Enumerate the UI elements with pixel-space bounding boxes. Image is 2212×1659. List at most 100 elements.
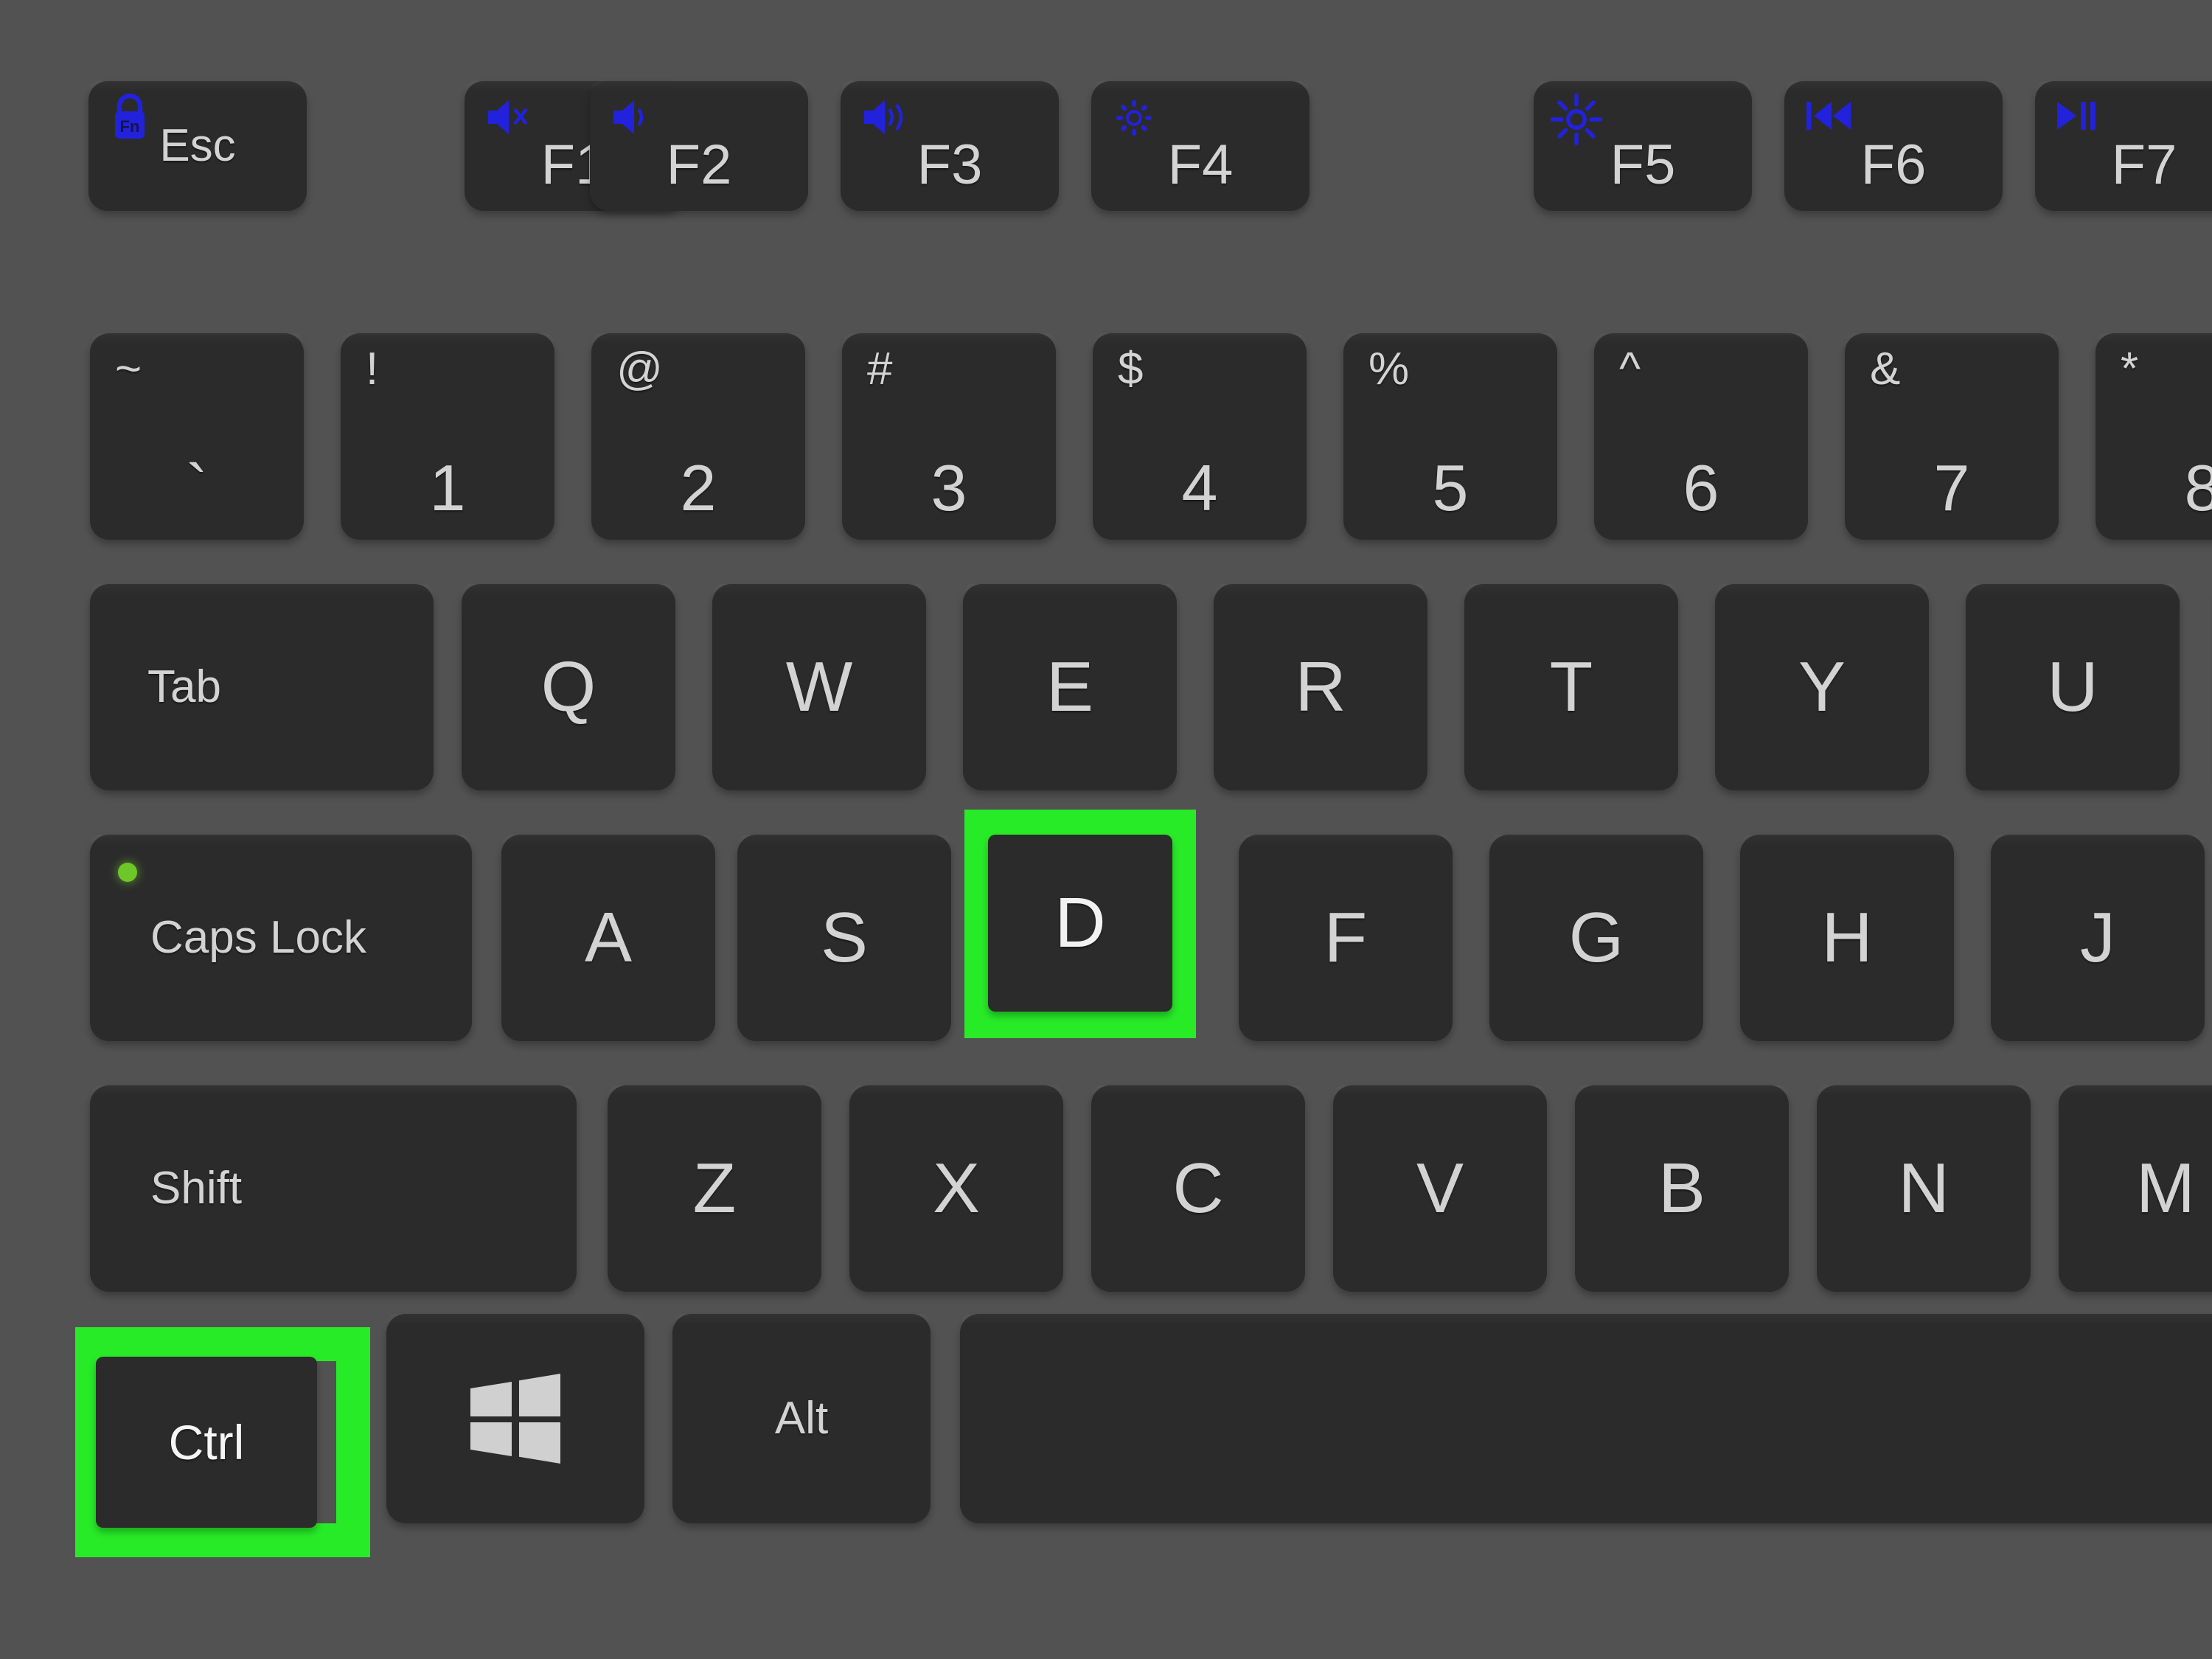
keycap-sheen — [712, 584, 926, 594]
key-q-label: Q — [540, 647, 597, 726]
key-3-shift-label: # — [867, 344, 893, 394]
keycap-sheen — [1740, 835, 1954, 845]
key-5-shift-label: % — [1368, 344, 1410, 394]
key-f[interactable]: F — [1239, 835, 1453, 1041]
key-esc[interactable]: Fn Esc — [88, 81, 307, 211]
keycap-sheen — [1991, 835, 2205, 845]
key-t[interactable]: T — [1464, 584, 1678, 790]
key-4[interactable]: $ 4 — [1093, 333, 1307, 540]
key-f7-label: F7 — [2111, 133, 2177, 196]
key-7[interactable]: & 7 — [1845, 333, 2059, 540]
keycap-sheen — [386, 1314, 644, 1324]
keycap-sheen — [1239, 835, 1453, 845]
key-caps-lock[interactable]: Caps Lock — [90, 835, 472, 1041]
keycap-sheen — [1817, 1085, 2031, 1096]
key-1[interactable]: ! 1 — [341, 333, 554, 540]
key-f5[interactable]: F5 — [1534, 81, 1752, 211]
key-w-label: W — [785, 647, 853, 726]
key-f-label: F — [1324, 898, 1368, 977]
key-alt[interactable]: Alt — [672, 1314, 931, 1523]
key-4-shift-label: $ — [1118, 344, 1144, 394]
key-2[interactable]: @ 2 — [591, 333, 805, 540]
key-m[interactable]: M — [2059, 1085, 2212, 1292]
key-2-shift-label: @ — [616, 344, 663, 394]
key-x[interactable]: X — [849, 1085, 1063, 1292]
keycap-sheen — [1575, 1085, 1789, 1096]
key-f6[interactable]: F6 — [1784, 81, 2003, 211]
key-f6-label: F6 — [1860, 133, 1927, 196]
key-c-label: C — [1172, 1149, 1224, 1228]
keycap-sheen — [1845, 333, 2059, 344]
key-n[interactable]: N — [1817, 1085, 2031, 1292]
brightness-down-icon — [1113, 97, 1155, 139]
keycap-sheen — [842, 333, 1056, 344]
keycap-sheen — [590, 81, 808, 91]
key-windows[interactable] — [386, 1314, 644, 1523]
keycap-sheen — [1343, 333, 1557, 344]
key-a-label: A — [584, 898, 633, 977]
key-8[interactable]: * 8 — [2096, 333, 2212, 540]
keycap-sheen — [608, 1085, 821, 1096]
key-f4-label: F4 — [1167, 133, 1234, 196]
key-z-label: Z — [692, 1149, 737, 1228]
key-1-label: 1 — [429, 451, 466, 524]
key-q[interactable]: Q — [462, 584, 675, 790]
key-c[interactable]: C — [1091, 1085, 1305, 1292]
keycap-sheen — [462, 584, 675, 594]
key-3[interactable]: # 3 — [842, 333, 1056, 540]
key-h[interactable]: H — [1740, 835, 1954, 1041]
key-5[interactable]: % 5 — [1343, 333, 1557, 540]
key-shift[interactable]: Shift — [90, 1085, 577, 1292]
key-backtick[interactable]: ~ ` — [90, 333, 304, 540]
key-b-label: B — [1658, 1149, 1706, 1228]
key-d[interactable]: D — [988, 835, 1172, 1012]
key-tab[interactable]: Tab — [90, 584, 434, 790]
key-u[interactable]: U — [1966, 584, 2180, 790]
key-tab-label: Tab — [147, 661, 221, 712]
keycap-sheen — [849, 1085, 1063, 1096]
previous-track-icon — [1804, 97, 1855, 134]
key-w[interactable]: W — [712, 584, 926, 790]
key-f5-label: F5 — [1610, 133, 1676, 196]
keycap-sheen — [1489, 835, 1703, 845]
key-ctrl[interactable]: Ctrl — [96, 1357, 317, 1528]
key-b[interactable]: B — [1575, 1085, 1789, 1292]
key-r[interactable]: R — [1214, 584, 1427, 790]
key-v-label: V — [1416, 1149, 1464, 1228]
key-j[interactable]: J — [1991, 835, 2205, 1041]
key-7-label: 7 — [1933, 451, 1970, 524]
key-z[interactable]: Z — [608, 1085, 821, 1292]
key-e[interactable]: E — [963, 584, 1177, 790]
key-y[interactable]: Y — [1715, 584, 1929, 790]
key-6[interactable]: ^ 6 — [1594, 333, 1808, 540]
windows-logo-icon — [467, 1372, 563, 1465]
key-2-label: 2 — [680, 451, 717, 524]
key-f3[interactable]: F3 — [841, 81, 1059, 211]
key-h-label: H — [1821, 898, 1873, 977]
key-1-shift-label: ! — [366, 344, 379, 394]
key-f2[interactable]: F2 — [590, 81, 808, 211]
key-spacebar[interactable] — [960, 1314, 2212, 1523]
keycap-sheen — [1715, 584, 1929, 594]
key-t-label: T — [1549, 647, 1593, 726]
key-n-label: N — [1898, 1149, 1950, 1228]
keycap-sheen — [1214, 584, 1427, 594]
laptop-keyboard: Fn Esc F 1 F2 F3 F4 F5 F6 F7 ~ ` ! 1 @ 2 … — [0, 0, 2212, 1659]
key-m-label: M — [2136, 1149, 2195, 1228]
key-g-label: G — [1568, 898, 1624, 977]
key-d-label: D — [1054, 883, 1106, 962]
key-v[interactable]: V — [1333, 1085, 1547, 1292]
key-backtick-shift-label: ~ — [115, 344, 142, 394]
key-f4[interactable]: F4 — [1091, 81, 1310, 211]
key-6-label: 6 — [1683, 451, 1719, 524]
keycap-sheen — [1091, 81, 1310, 91]
key-g[interactable]: G — [1489, 835, 1703, 1041]
key-f7[interactable]: F7 — [2035, 81, 2212, 211]
keycap-sheen — [501, 835, 715, 845]
key-r-label: R — [1295, 647, 1346, 726]
key-alt-label: Alt — [774, 1393, 829, 1444]
key-s[interactable]: S — [737, 835, 951, 1041]
keycap-sheen — [1594, 333, 1808, 344]
keycap-sheen — [841, 81, 1059, 91]
key-a[interactable]: A — [501, 835, 715, 1041]
